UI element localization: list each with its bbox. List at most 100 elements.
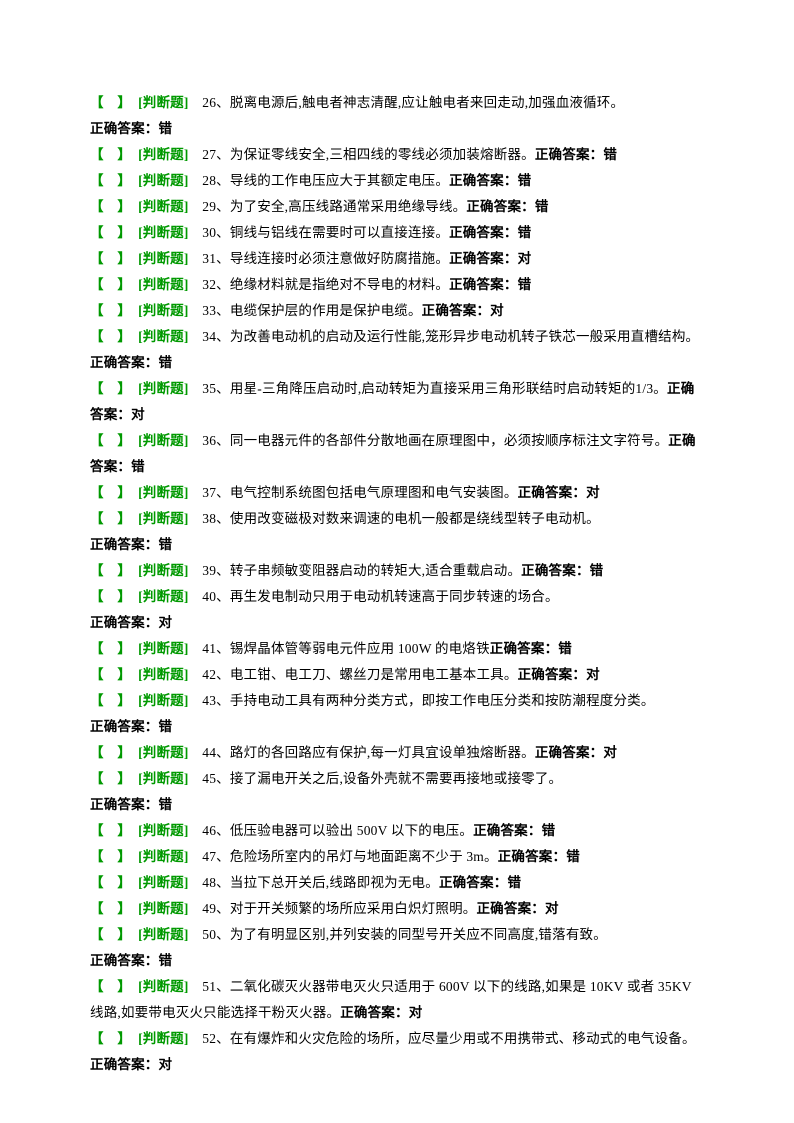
question-type-tag: [判断题] [138, 277, 189, 292]
question-text: 36、同一电器元件的各部件分散地画在原理图中，必须按顺序标注文字符号。 [202, 433, 668, 448]
question-text: 35、用星-三角降压启动时,启动转矩为直接采用三角形联结时启动转矩的1/3。 [202, 381, 667, 396]
answer-value: 错 [159, 719, 173, 734]
answer-label: 正确答案： [535, 745, 604, 760]
answer-value: 错 [566, 849, 580, 864]
bracket-prefix: 【 】 [90, 875, 124, 890]
question-type-tag: [判断题] [138, 927, 189, 942]
answer-value: 错 [518, 277, 532, 292]
answer-label: 正确答案： [449, 277, 518, 292]
bracket-prefix: 【 】 [90, 745, 124, 760]
answer-label: 正确答案： [466, 199, 535, 214]
question-type-tag: [判断题] [138, 199, 189, 214]
bracket-prefix: 【 】 [90, 563, 124, 578]
question-text: 28、导线的工作电压应大于其额定电压。 [202, 173, 449, 188]
answer-value: 错 [518, 225, 532, 240]
bracket-prefix: 【 】 [90, 251, 124, 266]
question-type-tag: [判断题] [138, 589, 189, 604]
question-type-tag: [判断题] [138, 875, 189, 890]
bracket-prefix: 【 】 [90, 95, 124, 110]
question-type-tag: [判断题] [138, 433, 189, 448]
answer-line: 正确答案：对 [90, 610, 704, 636]
answer-label: 正确答案： [518, 485, 587, 500]
question-line: 【 】 [判断题] 29、为了安全,高压线路通常采用绝缘导线。正确答案：错 [90, 194, 704, 220]
answer-value: 错 [558, 641, 572, 656]
answer-label: 正确答案： [90, 355, 159, 370]
question-line: 【 】 [判断题] 37、电气控制系统图包括电气原理图和电气安装图。正确答案：对 [90, 480, 704, 506]
question-line: 【 】 [判断题] 38、使用改变磁极对数来调速的电机一般都是绕线型转子电动机。 [90, 506, 704, 532]
answer-label: 正确答案： [490, 641, 559, 656]
answer-line: 正确答案：错 [90, 792, 704, 818]
bracket-prefix: 【 】 [90, 199, 124, 214]
answer-label: 正确答案： [521, 563, 590, 578]
question-line: 【 】 [判断题] 42、电工钳、电工刀、螺丝刀是常用电工基本工具。正确答案：对 [90, 662, 704, 688]
question-text: 32、绝缘材料就是指绝对不导电的材料。 [202, 277, 449, 292]
question-text: 30、铜线与铝线在需要时可以直接连接。 [202, 225, 449, 240]
answer-label: 正确答案： [90, 797, 159, 812]
bracket-prefix: 【 】 [90, 771, 124, 786]
question-line: 【 】 [判断题] 51、二氧化碳灭火器带电灭火只适用于 600V 以下的线路,… [90, 974, 704, 1026]
answer-value: 对 [159, 615, 173, 630]
question-line: 【 】 [判断题] 39、转子串频敏变阻器启动的转矩大,适合重载启动。正确答案：… [90, 558, 704, 584]
question-type-tag: [判断题] [138, 485, 189, 500]
question-line: 【 】 [判断题] 45、接了漏电开关之后,设备外壳就不需要再接地或接零了。 [90, 766, 704, 792]
question-line: 【 】 [判断题] 34、为改善电动机的启动及运行性能,笼形异步电动机转子铁芯一… [90, 324, 704, 376]
question-line: 【 】 [判断题] 40、再生发电制动只用于电动机转速高于同步转速的场合。 [90, 584, 704, 610]
question-type-tag: [判断题] [138, 641, 189, 656]
answer-value: 对 [586, 667, 600, 682]
question-text: 48、当拉下总开关后,线路即视为无电。 [202, 875, 439, 890]
answer-label: 正确答案： [518, 667, 587, 682]
question-line: 【 】 [判断题] 49、对于开关频繁的场所应采用白炽灯照明。正确答案：对 [90, 896, 704, 922]
answer-label: 正确答案： [90, 121, 159, 136]
question-line: 【 】 [判断题] 32、绝缘材料就是指绝对不导电的材料。正确答案：错 [90, 272, 704, 298]
question-text: 44、路灯的各回路应有保护,每一灯具宜设单独熔断器。 [202, 745, 535, 760]
bracket-prefix: 【 】 [90, 823, 124, 838]
answer-line: 正确答案：错 [90, 532, 704, 558]
question-text: 43、手持电动工具有两种分类方式，即按工作电压分类和按防潮程度分类。 [202, 693, 654, 708]
question-type-tag: [判断题] [138, 1031, 189, 1046]
answer-label: 正确答案： [449, 173, 518, 188]
question-line: 【 】 [判断题] 28、导线的工作电压应大于其额定电压。正确答案：错 [90, 168, 704, 194]
question-text: 29、为了安全,高压线路通常采用绝缘导线。 [202, 199, 466, 214]
question-line: 【 】 [判断题] 26、脱离电源后,触电者神志清醒,应让触电者来回走动,加强血… [90, 90, 704, 116]
bracket-prefix: 【 】 [90, 901, 124, 916]
question-text: 40、再生发电制动只用于电动机转速高于同步转速的场合。 [202, 589, 558, 604]
question-type-tag: [判断题] [138, 95, 189, 110]
answer-value: 对 [409, 1005, 423, 1020]
bracket-prefix: 【 】 [90, 173, 124, 188]
document-page: 【 】 [判断题] 26、脱离电源后,触电者神志清醒,应让触电者来回走动,加强血… [0, 0, 794, 1078]
question-line: 【 】 [判断题] 35、用星-三角降压启动时,启动转矩为直接采用三角形联结时启… [90, 376, 704, 428]
question-type-tag: [判断题] [138, 901, 189, 916]
answer-label: 正确答案： [422, 303, 491, 318]
question-line: 【 】 [判断题] 48、当拉下总开关后,线路即视为无电。正确答案：错 [90, 870, 704, 896]
answer-line: 正确答案：错 [90, 116, 704, 142]
answer-value: 错 [507, 875, 521, 890]
answer-label: 正确答案： [90, 719, 159, 734]
question-type-tag: [判断题] [138, 823, 189, 838]
question-type-tag: [判断题] [138, 745, 189, 760]
answer-value: 错 [159, 797, 173, 812]
question-text: 42、电工钳、电工刀、螺丝刀是常用电工基本工具。 [202, 667, 517, 682]
question-line: 【 】 [判断题] 31、导线连接时必须注意做好防腐措施。正确答案：对 [90, 246, 704, 272]
bracket-prefix: 【 】 [90, 433, 124, 448]
question-text: 38、使用改变磁极对数来调速的电机一般都是绕线型转子电动机。 [202, 511, 600, 526]
bracket-prefix: 【 】 [90, 485, 124, 500]
question-text: 37、电气控制系统图包括电气原理图和电气安装图。 [202, 485, 517, 500]
question-text: 34、为改善电动机的启动及运行性能,笼形异步电动机转子铁芯一般采用直槽结构。 [202, 329, 699, 344]
answer-value: 错 [131, 459, 145, 474]
question-text: 50、为了有明显区别,并列安装的同型号开关应不同高度,错落有致。 [202, 927, 607, 942]
question-text: 46、低压验电器可以验出 500V 以下的电压。 [202, 823, 473, 838]
question-type-tag: [判断题] [138, 251, 189, 266]
answer-value: 错 [535, 199, 549, 214]
bracket-prefix: 【 】 [90, 277, 124, 292]
answer-label: 正确答案： [439, 875, 508, 890]
question-type-tag: [判断题] [138, 849, 189, 864]
answer-line: 正确答案：错 [90, 948, 704, 974]
question-line: 【 】 [判断题] 52、在有爆炸和火灾危险的场所，应尽量少用或不用携带式、移动… [90, 1026, 704, 1078]
answer-label: 正确答案： [449, 225, 518, 240]
question-type-tag: [判断题] [138, 173, 189, 188]
question-text: 31、导线连接时必须注意做好防腐措施。 [202, 251, 449, 266]
answer-label: 正确答案： [90, 615, 159, 630]
question-line: 【 】 [判断题] 43、手持电动工具有两种分类方式，即按工作电压分类和按防潮程… [90, 688, 704, 714]
question-text: 45、接了漏电开关之后,设备外壳就不需要再接地或接零了。 [202, 771, 562, 786]
question-type-tag: [判断题] [138, 511, 189, 526]
